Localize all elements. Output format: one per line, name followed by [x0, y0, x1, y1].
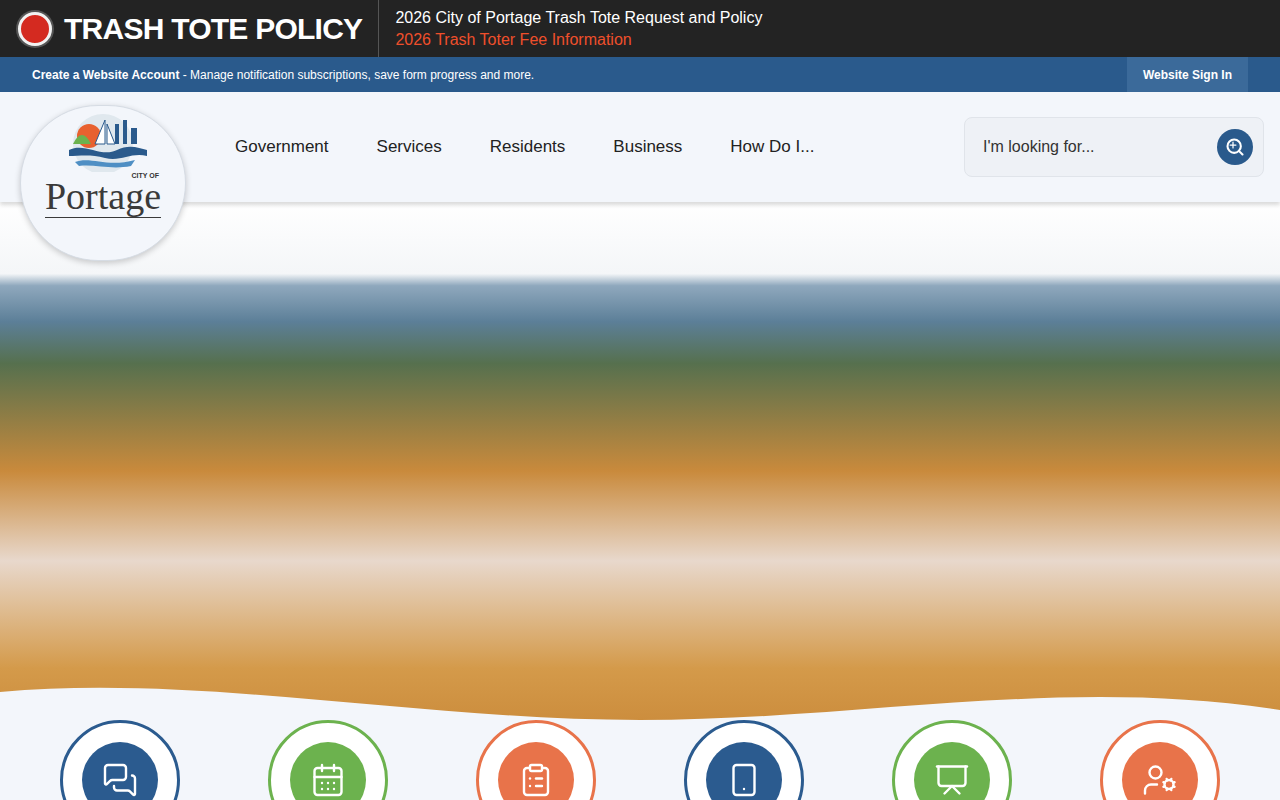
page: TRASH TOTE POLICY 2026 City of Portage Tr… — [0, 0, 1280, 800]
quick-link-tile[interactable] — [1100, 720, 1220, 800]
hero-image — [0, 202, 1280, 800]
nav-item[interactable]: Services — [377, 134, 442, 160]
tile-circle — [706, 742, 782, 800]
account-bar: Create a Website Account - Manage notifi… — [0, 57, 1280, 92]
header: Government Services Residents Business How D… — [0, 92, 1280, 202]
tile-circle — [1122, 742, 1198, 800]
quick-link-tile[interactable] — [476, 720, 596, 800]
tile-icon — [934, 762, 970, 798]
logo-name: Portage — [45, 177, 161, 218]
quick-link-tile[interactable] — [892, 720, 1012, 800]
nav-item[interactable]: Business — [613, 134, 682, 160]
nav-item[interactable]: Residents — [490, 134, 566, 160]
alert-link[interactable]: 2026 Trash Toter Fee Information — [395, 29, 762, 51]
search-placeholder: I'm looking for... — [983, 135, 1217, 159]
nav-item[interactable]: How Do I... — [730, 134, 814, 160]
search-icon — [1225, 137, 1245, 157]
quick-link-tile[interactable] — [684, 720, 804, 800]
quick-links — [0, 720, 1280, 800]
create-account-link[interactable]: Create a Website Account — [32, 68, 179, 82]
main-nav: Government Services Residents Business How D… — [235, 134, 814, 160]
quick-link-tile[interactable] — [268, 720, 388, 800]
hero-wave — [0, 680, 1280, 800]
alert-link[interactable]: 2026 City of Portage Trash Tote Request … — [395, 7, 762, 29]
tile-circle — [290, 742, 366, 800]
city-logo[interactable]: CITY OFPortage — [20, 105, 186, 261]
search-button[interactable] — [1217, 129, 1253, 165]
tile-icon — [1142, 762, 1178, 798]
alert-icon — [18, 12, 52, 46]
tile-icon — [310, 762, 346, 798]
tile-circle — [914, 742, 990, 800]
tile-circle — [82, 742, 158, 800]
nav-item[interactable]: Government — [235, 134, 329, 160]
search-box[interactable]: I'm looking for... — [964, 117, 1264, 177]
sign-in-button[interactable]: Website Sign In — [1127, 57, 1248, 92]
tile-icon — [726, 762, 762, 798]
tile-circle — [498, 742, 574, 800]
alert-bar: TRASH TOTE POLICY 2026 City of Portage Tr… — [0, 0, 1280, 57]
alert-links: 2026 City of Portage Trash Tote Request … — [395, 7, 762, 51]
alert-divider — [378, 0, 379, 57]
tile-icon — [518, 762, 554, 798]
alert-label: TRASH TOTE POLICY — [64, 14, 378, 44]
quick-link-tile[interactable] — [60, 720, 180, 800]
logo-icon — [51, 110, 155, 172]
tile-icon — [102, 762, 138, 798]
account-text: Create a Website Account - Manage notifi… — [32, 66, 534, 84]
